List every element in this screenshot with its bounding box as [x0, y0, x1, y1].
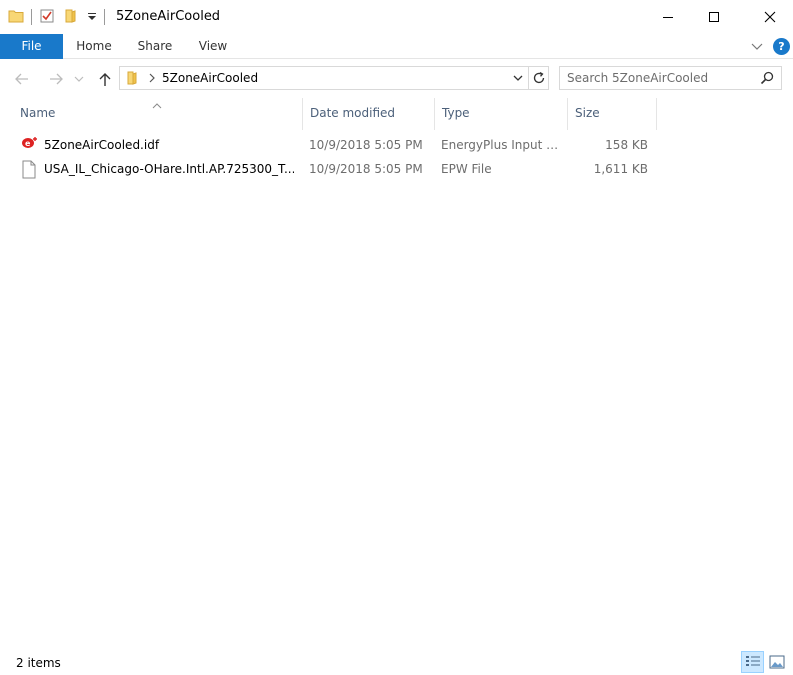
item-count: 2 items: [16, 656, 61, 670]
column-header-name[interactable]: Name: [13, 98, 301, 130]
minimize-button[interactable]: [645, 0, 691, 34]
up-button[interactable]: [95, 69, 115, 89]
quick-access-toolbar: [8, 7, 112, 27]
address-dropdown-button[interactable]: [512, 72, 524, 87]
list-item[interactable]: e 5ZoneAirCooled.idf 10/9/2018 5:05 PM E…: [13, 134, 658, 158]
close-button[interactable]: [747, 0, 793, 34]
title-bar: 5ZoneAirCooled: [0, 0, 793, 34]
recent-locations-button[interactable]: [72, 69, 86, 89]
close-icon: [764, 11, 776, 23]
arrow-right-icon: [50, 73, 63, 85]
energyplus-launch-icon: e: [20, 136, 38, 155]
search-input[interactable]: [560, 67, 750, 89]
column-header-type[interactable]: Type: [434, 98, 567, 130]
blank-file-icon: [20, 160, 38, 179]
file-size: 1,611 KB: [593, 162, 648, 176]
large-icons-view-button[interactable]: [766, 651, 788, 673]
tab-view[interactable]: View: [188, 34, 238, 59]
file-name: USA_IL_Chicago-OHare.Intl.AP.725300_T...: [44, 162, 294, 176]
column-headers: Name Date modified Type Size: [0, 98, 793, 130]
address-path[interactable]: 5ZoneAirCooled: [162, 71, 258, 85]
folder-icon: [8, 8, 24, 27]
chevron-right-icon[interactable]: [147, 72, 157, 87]
search-icon[interactable]: [760, 71, 774, 88]
maximize-button[interactable]: [691, 0, 737, 34]
search-box[interactable]: [559, 66, 782, 90]
chevron-down-icon: [513, 75, 523, 81]
list-item[interactable]: USA_IL_Chicago-OHare.Intl.AP.725300_T...…: [13, 158, 658, 182]
column-header-size[interactable]: Size: [567, 98, 656, 130]
file-name: 5ZoneAirCooled.idf: [44, 138, 160, 152]
toolbar-separator: [31, 9, 32, 25]
chevron-down-icon: [74, 76, 84, 82]
column-divider: [656, 98, 657, 130]
file-type: EPW File: [441, 162, 492, 176]
address-bar[interactable]: 5ZoneAirCooled: [119, 66, 529, 90]
forward-button[interactable]: [46, 69, 66, 89]
help-button[interactable]: ?: [773, 38, 790, 55]
arrow-left-icon: [15, 73, 28, 85]
tab-file[interactable]: File: [0, 34, 63, 59]
new-folder-icon[interactable]: [63, 8, 79, 27]
details-view-button[interactable]: [741, 651, 764, 673]
file-date-modified: 10/9/2018 5:05 PM: [309, 138, 423, 152]
details-view-icon: [745, 656, 760, 666]
refresh-button[interactable]: [529, 66, 549, 90]
svg-text:e: e: [25, 139, 31, 148]
back-button[interactable]: [12, 69, 32, 89]
tab-home[interactable]: Home: [66, 34, 122, 59]
folder-icon: [125, 71, 139, 88]
properties-icon[interactable]: [39, 8, 55, 27]
window-title: 5ZoneAirCooled: [116, 9, 221, 24]
tab-share[interactable]: Share: [128, 34, 182, 59]
status-bar: 2 items: [0, 650, 793, 675]
maximize-icon: [709, 12, 719, 22]
file-type: EnergyPlus Input D...: [441, 138, 565, 152]
file-size: 158 KB: [605, 138, 648, 152]
arrow-up-icon: [99, 73, 111, 86]
ribbon: File Home Share View ?: [0, 34, 793, 59]
minimize-icon: [663, 17, 673, 18]
customize-toolbar-icon[interactable]: [87, 10, 97, 24]
refresh-icon: [533, 71, 544, 84]
column-header-date-modified[interactable]: Date modified: [302, 98, 434, 130]
file-date-modified: 10/9/2018 5:05 PM: [309, 162, 423, 176]
chevron-down-icon[interactable]: [750, 39, 764, 56]
navigation-bar: 5ZoneAirCooled: [0, 60, 793, 98]
large-icons-view-icon: [769, 655, 785, 669]
toolbar-separator: [104, 9, 105, 25]
